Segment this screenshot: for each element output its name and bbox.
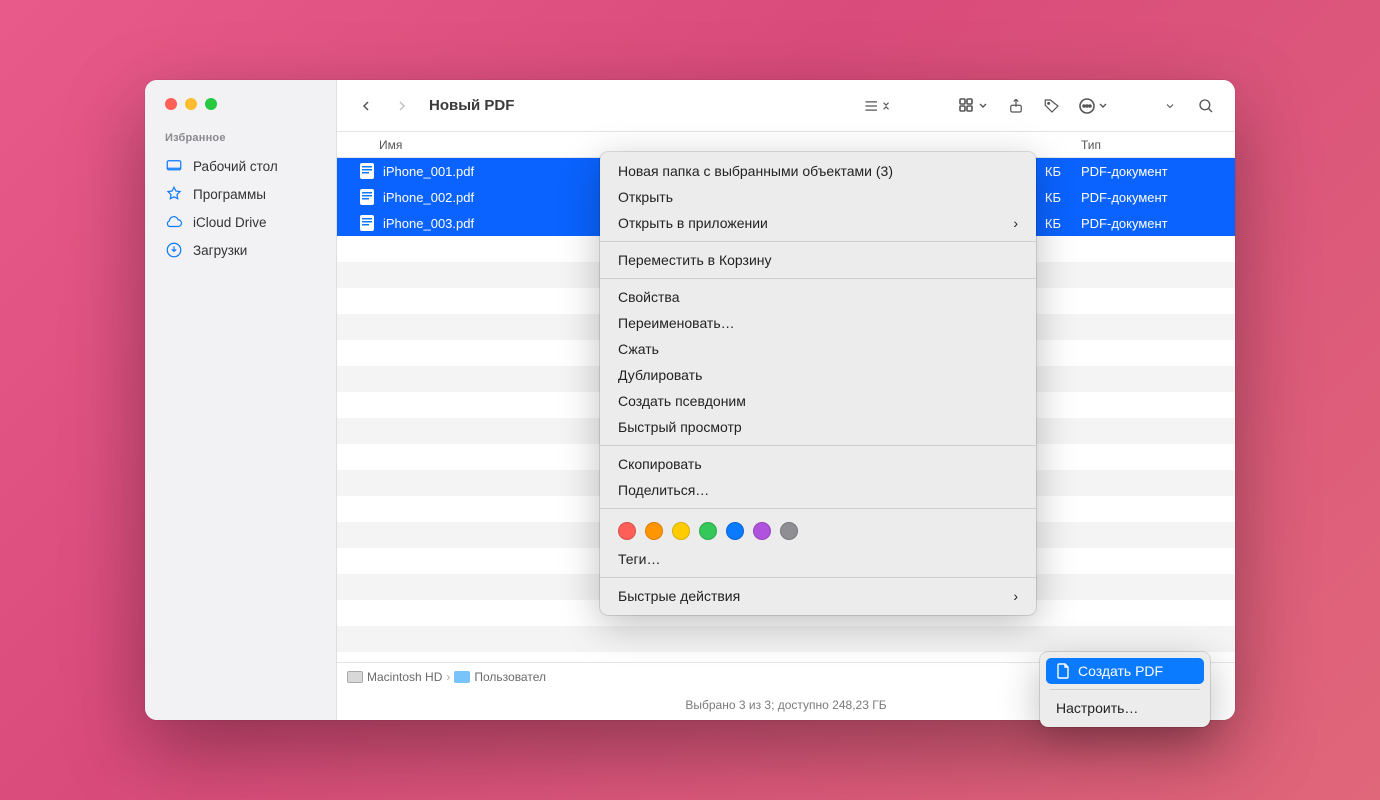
dropdown-button[interactable] [1155,91,1185,121]
tag-color-dot[interactable] [726,522,744,540]
disk-icon [347,671,363,683]
menu-separator [600,241,1036,242]
context-menu-item-compress[interactable]: Сжать [600,336,1036,362]
context-menu-item-open[interactable]: Открыть [600,184,1036,210]
forward-button[interactable] [387,91,417,121]
tag-color-dot[interactable] [618,522,636,540]
path-segment[interactable]: Macintosh HD [367,670,442,684]
sidebar: Избранное Рабочий стол Программы iCloud … [145,80,337,720]
toolbar: Новый PDF [337,80,1235,132]
tag-button[interactable] [1037,91,1067,121]
cloud-icon [165,213,183,231]
window-title: Новый PDF [429,97,514,114]
folder-icon [454,671,470,683]
group-button[interactable] [951,91,995,121]
context-menu-item-quicklook[interactable]: Быстрый просмотр [600,414,1036,440]
context-menu-item-rename[interactable]: Переименовать… [600,310,1036,336]
submenu-item-create-pdf[interactable]: Создать PDF [1046,658,1204,684]
maximize-window-button[interactable] [205,98,217,110]
quick-actions-submenu: Создать PDF Настроить… [1040,652,1210,727]
column-header-name[interactable]: Имя [337,138,963,152]
downloads-icon [165,241,183,259]
tag-color-dot[interactable] [645,522,663,540]
context-menu-item-duplicate[interactable]: Дублировать [600,362,1036,388]
context-menu-item-open-with[interactable]: Открыть в приложении› [600,210,1036,236]
tag-color-dot[interactable] [672,522,690,540]
context-menu-item-alias[interactable]: Создать псевдоним [600,388,1036,414]
menu-separator [600,577,1036,578]
minimize-window-button[interactable] [185,98,197,110]
menu-separator [600,508,1036,509]
document-icon [1056,663,1070,679]
path-segment[interactable]: Пользовател [474,670,546,684]
sidebar-item-label: Рабочий стол [193,159,278,174]
context-menu-item-new-folder[interactable]: Новая папка с выбранными объектами (3) [600,158,1036,184]
file-icon [359,163,375,179]
desktop-icon [165,157,183,175]
submenu-item-customize[interactable]: Настроить… [1046,695,1204,721]
menu-separator [600,278,1036,279]
column-header-type[interactable]: Тип [1073,138,1235,152]
sidebar-item-label: iCloud Drive [193,215,267,230]
context-menu-item-quick-actions[interactable]: Быстрые действия› [600,583,1036,609]
empty-row [337,626,1235,652]
share-button[interactable] [1001,91,1031,121]
submenu-label: Настроить… [1056,700,1138,716]
applications-icon [165,185,183,203]
tag-colors-row [600,514,1036,546]
view-list-button[interactable] [855,91,899,121]
menu-separator [600,445,1036,446]
sidebar-section-label: Избранное [145,132,336,152]
more-button[interactable] [1073,91,1113,121]
menu-separator [1050,689,1200,690]
file-icon [359,189,375,205]
chevron-right-icon: › [446,670,450,684]
sidebar-item-label: Загрузки [193,243,247,258]
tag-color-dot[interactable] [753,522,771,540]
file-type: PDF-документ [1073,216,1235,231]
context-menu-item-share[interactable]: Поделиться… [600,477,1036,503]
chevron-right-icon: › [1013,588,1018,604]
tag-color-dot[interactable] [780,522,798,540]
window-controls [145,98,336,132]
file-type: PDF-документ [1073,164,1235,179]
sidebar-item-desktop[interactable]: Рабочий стол [145,152,336,180]
submenu-label: Создать PDF [1078,663,1163,679]
sidebar-item-label: Программы [193,187,266,202]
context-menu-item-tags[interactable]: Теги… [600,546,1036,572]
close-window-button[interactable] [165,98,177,110]
chevron-right-icon: › [1013,215,1018,231]
sidebar-item-icloud[interactable]: iCloud Drive [145,208,336,236]
search-button[interactable] [1191,91,1221,121]
file-icon [359,215,375,231]
context-menu-item-copy[interactable]: Скопировать [600,451,1036,477]
file-type: PDF-документ [1073,190,1235,205]
back-button[interactable] [351,91,381,121]
finder-window: Избранное Рабочий стол Программы iCloud … [145,80,1235,720]
tag-color-dot[interactable] [699,522,717,540]
context-menu-item-trash[interactable]: Переместить в Корзину [600,247,1036,273]
sidebar-item-applications[interactable]: Программы [145,180,336,208]
sidebar-item-downloads[interactable]: Загрузки [145,236,336,264]
context-menu-item-info[interactable]: Свойства [600,284,1036,310]
context-menu: Новая папка с выбранными объектами (3) О… [600,152,1036,615]
